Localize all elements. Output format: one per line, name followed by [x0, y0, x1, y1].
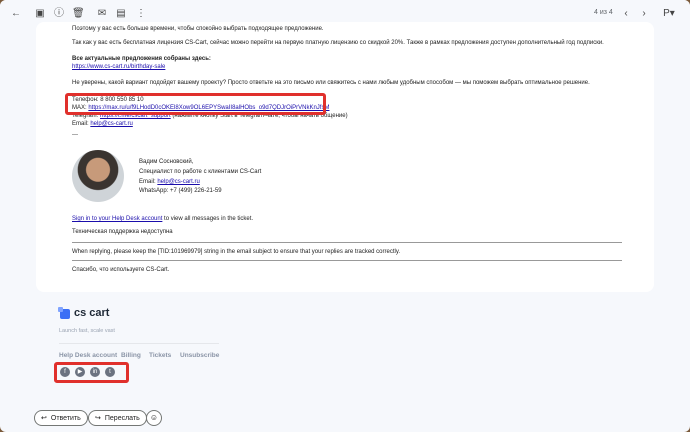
- footer-link-helpdesk[interactable]: Help Desk account: [59, 352, 117, 359]
- highlight-social-box: [54, 362, 129, 383]
- email-link[interactable]: help@cs-cart.ru: [90, 121, 132, 127]
- helpdesk-line: Sign in to your Help Desk account to vie…: [72, 216, 253, 222]
- brand-tagline: Launch fast, scale vast: [59, 328, 115, 334]
- body-line-license: Так как у вас есть бесплатная лицензия C…: [72, 40, 604, 46]
- forward-button[interactable]: ↪ Переслать: [88, 410, 147, 426]
- separator-dashes: ---: [72, 132, 78, 138]
- reply-label: Ответить: [50, 414, 81, 422]
- footer-link-unsubscribe[interactable]: Unsubscribe: [180, 352, 219, 359]
- email-label: Email:: [72, 121, 91, 127]
- cs-cart-logo-icon: [58, 307, 70, 319]
- footer-link-tickets[interactable]: Tickets: [149, 352, 171, 359]
- body-line-unsure: Не уверены, какой вариант подойдет вашем…: [72, 80, 590, 86]
- sig-whatsapp: WhatsApp: +7 (499) 226-21-59: [139, 188, 222, 194]
- helpdesk-rest: to view all messages in the ticket.: [162, 216, 254, 222]
- avatar: [72, 150, 124, 202]
- thanks-line: Спасибо, что используете CS-Cart.: [72, 267, 170, 273]
- back-arrow-icon[interactable]: ←: [10, 8, 22, 20]
- prev-icon[interactable]: ‹: [620, 8, 632, 20]
- forward-label: Переслать: [104, 414, 140, 422]
- emoji-reaction-button[interactable]: ☺: [146, 410, 162, 426]
- smiley-icon: ☺: [149, 413, 159, 422]
- sig-email-label: Email:: [139, 179, 158, 185]
- helpdesk-link[interactable]: Sign in to your Help Desk account: [72, 216, 162, 222]
- divider: [72, 242, 622, 243]
- offers-link[interactable]: https://www.cs-cart.ru/birthday-sale: [72, 64, 165, 70]
- delete-icon[interactable]: 🗑: [72, 8, 85, 20]
- sig-email-link[interactable]: help@cs-cart.ru: [157, 179, 199, 185]
- spam-icon[interactable]: ⓘ: [53, 8, 65, 20]
- offers-heading: Все актуальные предложения собраны здесь…: [72, 56, 211, 62]
- brand-name: cs cart: [74, 307, 110, 319]
- divider: [72, 260, 622, 261]
- reply-note: When replying, please keep the [TID:1019…: [72, 249, 401, 255]
- mark-unread-icon[interactable]: ✉: [96, 8, 108, 20]
- input-tools-icon[interactable]: Р▾: [660, 8, 678, 20]
- forward-icon: ↪: [95, 415, 101, 422]
- next-icon[interactable]: ›: [638, 8, 650, 20]
- sig-email-line: Email: help@cs-cart.ru: [139, 179, 200, 185]
- more-icon[interactable]: ⋮: [135, 8, 147, 20]
- footer-link-billing[interactable]: Billing: [121, 352, 141, 359]
- support-status: Техническая поддержка недоступна: [72, 229, 173, 235]
- email-line: Email: help@cs-cart.ru: [72, 121, 133, 127]
- footer-divider: [59, 343, 219, 344]
- highlight-contact-box: [65, 93, 326, 115]
- message-counter: 4 из 4: [594, 9, 613, 16]
- reply-button[interactable]: ↩ Ответить: [34, 410, 88, 426]
- sig-name: Вадим Сосновский,: [139, 159, 194, 165]
- body-line-top: Поэтому у вас есть больше времени, чтобы…: [72, 26, 324, 32]
- archive-icon[interactable]: ▣: [34, 8, 46, 20]
- move-to-icon[interactable]: ▤: [115, 8, 127, 20]
- reply-icon: ↩: [41, 415, 47, 422]
- sig-role: Специалист по работе с клиентами CS-Cart: [139, 169, 262, 175]
- gmail-message-view: ← ▣ ⓘ 🗑 ✉ ▤ ⋮ 4 из 4 ‹ › Р▾ Поэтому у ва…: [0, 0, 690, 432]
